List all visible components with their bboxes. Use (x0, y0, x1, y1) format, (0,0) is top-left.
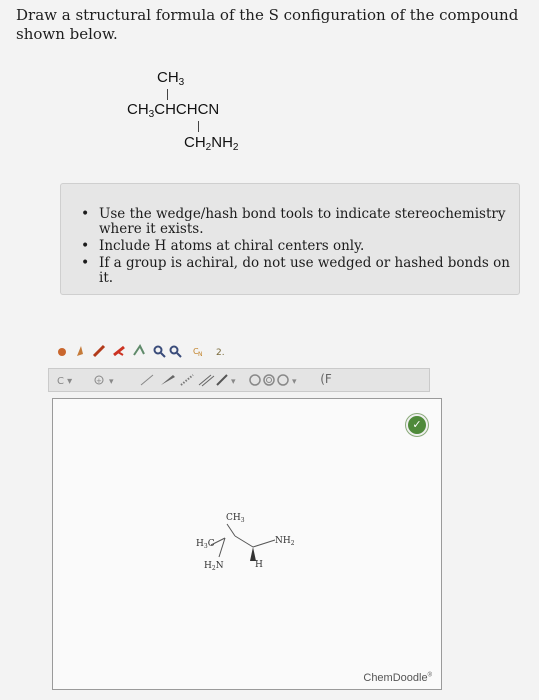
molecule-drawing (210, 523, 276, 561)
undo-icon[interactable] (77, 346, 83, 356)
settings-icon[interactable]: 2. (216, 348, 225, 358)
svg-text:▾: ▾ (231, 377, 236, 387)
instruction-item: • If a group is achiral, do not use wedge… (81, 255, 510, 286)
atom-h3c: H3C (196, 539, 215, 550)
svg-text:C ▾: C ▾ (57, 376, 72, 387)
hash-bond-icon[interactable] (180, 374, 194, 386)
formula-bond-bottom (198, 121, 199, 132)
chain-tool-button[interactable]: (F (311, 371, 341, 387)
bond-c3-nh2 (252, 539, 276, 548)
zoom-out-icon[interactable] (169, 345, 182, 358)
svg-text:▾: ▾ (109, 377, 114, 387)
instruction-item: • Use the wedge/hash bond tools to indica… (81, 206, 506, 237)
editor-toolbar-top: CN 2. (48, 340, 298, 360)
cyclopentane-ring-icon[interactable]: ▾ (277, 374, 297, 387)
wedge-bond-h (250, 547, 256, 561)
atom-ch3: CH3 (226, 513, 245, 524)
formula-bottom-group: CH2NH2 (184, 134, 239, 153)
formula-top-group: CH3 (157, 69, 185, 88)
question-text: Draw a structural formula of the S confi… (16, 6, 519, 43)
toolbar-top-icons: CN 2. (58, 344, 225, 358)
double-bond-icon[interactable] (198, 374, 215, 387)
svg-text:N: N (198, 351, 203, 358)
bond-dropdown-icon[interactable]: ▾ (216, 374, 236, 387)
svg-text:+: + (96, 377, 102, 385)
formula-main-chain: CH3CHCHCN (127, 101, 220, 120)
clear-icon[interactable] (58, 348, 66, 356)
atom-h2n: H2N (204, 561, 224, 572)
pencil-icon[interactable] (92, 344, 106, 358)
eraser-icon[interactable] (113, 345, 125, 357)
element-picker-icon[interactable]: C ▾ (57, 376, 72, 387)
svg-text:2.: 2. (216, 348, 225, 358)
hexagon-ring-icon[interactable] (249, 374, 261, 386)
atom-h: H (255, 560, 263, 570)
redo-icon[interactable] (133, 344, 145, 356)
charge-icon[interactable]: + ▾ (94, 375, 114, 387)
formula-bond-top (167, 89, 168, 100)
drawing-canvas[interactable]: ✓ CH3 H3C NH2 H H2N ChemDoodle® (52, 398, 442, 690)
toolbar-bottom-icons: C ▾ + ▾ ▾ ▾ (57, 374, 297, 387)
wedge-bond-icon[interactable] (161, 375, 175, 385)
benzene-ring-icon[interactable] (263, 374, 275, 386)
atom-nh2: NH2 (275, 536, 295, 547)
bond-ch3-c2 (226, 523, 236, 537)
zoom-in-icon[interactable] (153, 345, 166, 358)
chemdoodle-brand: ChemDoodle® (363, 672, 432, 684)
editor-toolbar-bottom: C ▾ + ▾ ▾ ▾ (F (48, 368, 430, 392)
template-icon[interactable]: CN (193, 347, 203, 358)
instructions-box: • Use the wedge/hash bond tools to indica… (60, 183, 520, 295)
svg-text:▾: ▾ (292, 377, 297, 387)
bond-c2-c3 (234, 535, 254, 548)
single-bond-icon[interactable] (140, 374, 154, 386)
instruction-item: • Include H atoms at chiral centers only. (81, 238, 365, 254)
